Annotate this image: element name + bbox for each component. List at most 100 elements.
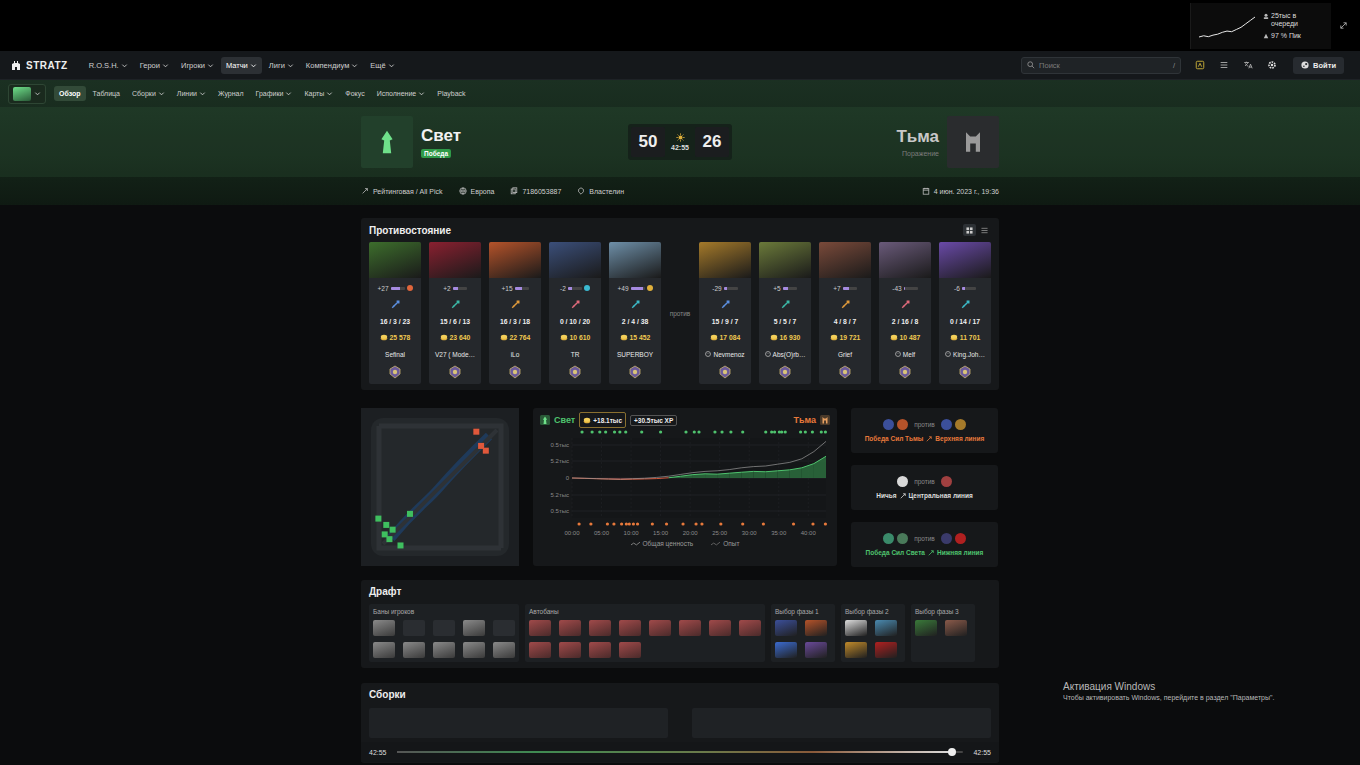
player-name[interactable]: Sefinal (385, 347, 405, 361)
lane-card[interactable]: против Победа Сил Света Нижняя линия (851, 522, 998, 567)
sub-nav-item[interactable]: Обзор (54, 86, 86, 101)
list-icon[interactable] (1219, 60, 1229, 70)
dire-kill-dot[interactable] (824, 522, 827, 525)
dire-kill-dot[interactable] (811, 522, 814, 525)
radiant-kill-dot[interactable] (684, 430, 687, 433)
dire-kill-dot[interactable] (632, 522, 635, 525)
player-name[interactable]: Grief (838, 347, 852, 361)
radiant-kill-dot[interactable] (804, 430, 807, 433)
player-card[interactable]: -43 2 / 16 / 8 10 487 Melf (879, 242, 931, 384)
radiant-kill-dot[interactable] (773, 430, 776, 433)
build-card[interactable] (692, 708, 991, 738)
lane-card[interactable]: против Ничья Центральная линия (851, 465, 998, 510)
grid-view-button[interactable] (963, 224, 976, 236)
legend-item[interactable]: Общая ценность (631, 540, 694, 547)
nav-item[interactable]: Матчи (221, 57, 262, 74)
radiant-kill-dot[interactable] (799, 430, 802, 433)
autoban-slot[interactable] (529, 620, 551, 636)
radiant-kill-dot[interactable] (580, 430, 583, 433)
player-card[interactable]: -6 0 / 14 / 17 11 701 King.Joh… (939, 242, 991, 384)
logo[interactable]: STRATZ (10, 59, 68, 71)
ban-slot[interactable] (463, 620, 485, 636)
map-marker[interactable] (473, 429, 479, 435)
dire-kill-dot[interactable] (762, 522, 765, 525)
radiant-kill-dot[interactable] (720, 430, 723, 433)
sub-nav-item[interactable]: Сборки (127, 86, 170, 101)
sub-nav-item[interactable]: Журнал (213, 86, 249, 101)
build-card[interactable] (369, 708, 668, 738)
autoban-slot[interactable] (679, 620, 701, 636)
pick-slot[interactable] (875, 642, 897, 658)
sub-nav-item[interactable]: Исполнение (372, 86, 431, 101)
login-button[interactable]: Войти (1293, 57, 1344, 74)
search-field[interactable]: Поиск / (1021, 57, 1181, 74)
autoban-slot[interactable] (589, 642, 611, 658)
legend-item[interactable]: Опыт (711, 540, 739, 547)
player-name[interactable]: TR (571, 347, 580, 361)
radiant-kill-dot[interactable] (618, 430, 621, 433)
pick-slot[interactable] (775, 620, 797, 636)
list-view-button[interactable] (978, 224, 991, 236)
autoban-slot[interactable] (619, 642, 641, 658)
nav-item[interactable]: Ещё (365, 57, 399, 74)
ban-slot[interactable] (373, 642, 395, 658)
autoban-slot[interactable] (709, 620, 731, 636)
dire-kill-dot[interactable] (636, 522, 639, 525)
map-marker[interactable] (386, 536, 392, 542)
dire-kill-dot[interactable] (741, 522, 744, 525)
dire-kill-dot[interactable] (606, 522, 609, 525)
player-card[interactable]: +2 15 / 6 / 13 23 640 V27 ( Mode… (429, 242, 481, 384)
ban-slot[interactable] (403, 642, 425, 658)
autoban-slot[interactable] (589, 620, 611, 636)
sub-nav-item[interactable]: Playback (432, 86, 470, 101)
map-marker[interactable] (483, 448, 489, 454)
playback-slider[interactable] (397, 751, 964, 753)
map-marker[interactable] (407, 511, 413, 517)
dire-kill-dot[interactable] (694, 522, 697, 525)
ban-slot[interactable] (493, 620, 515, 636)
sub-nav-item[interactable]: Фокус (340, 86, 369, 101)
pick-slot[interactable] (945, 620, 967, 636)
map-marker[interactable] (390, 527, 396, 533)
ban-slot[interactable] (433, 642, 455, 658)
player-name[interactable]: V27 ( Mode… (435, 347, 475, 361)
pick-slot[interactable] (875, 620, 897, 636)
radiant-kill-dot[interactable] (770, 430, 773, 433)
radiant-kill-dot[interactable] (811, 430, 814, 433)
dire-kill-dot[interactable] (628, 522, 631, 525)
minimap[interactable] (361, 408, 519, 566)
player-card[interactable]: +15 16 / 3 / 18 22 764 iLo (489, 242, 541, 384)
pick-slot[interactable] (805, 620, 827, 636)
radiant-kill-dot[interactable] (598, 430, 601, 433)
pick-slot[interactable] (845, 620, 867, 636)
pick-slot[interactable] (845, 642, 867, 658)
dire-kill-dot[interactable] (681, 522, 684, 525)
sub-nav-item[interactable]: Линии (172, 86, 211, 101)
ban-slot[interactable] (463, 642, 485, 658)
dire-kill-dot[interactable] (612, 522, 615, 525)
radiant-kill-dot[interactable] (624, 430, 627, 433)
team-select[interactable] (8, 84, 46, 104)
player-card[interactable]: -2 0 / 10 / 20 10 610 TR (549, 242, 601, 384)
player-card[interactable]: +49 2 / 4 / 38 15 452 SUPERBOY (609, 242, 661, 384)
sub-nav-item[interactable]: Графики (251, 86, 298, 101)
radiant-kill-dot[interactable] (640, 430, 643, 433)
ban-slot[interactable] (373, 620, 395, 636)
autoban-slot[interactable] (559, 620, 581, 636)
radiant-kill-dot[interactable] (713, 430, 716, 433)
ban-slot[interactable] (403, 620, 425, 636)
dire-kill-dot[interactable] (792, 522, 795, 525)
pick-slot[interactable] (915, 620, 937, 636)
autoban-slot[interactable] (529, 642, 551, 658)
gear-icon[interactable] (1267, 60, 1277, 70)
radiant-kill-dot[interactable] (780, 430, 783, 433)
slider-knob[interactable] (948, 748, 956, 756)
nav-item[interactable]: Герои (135, 57, 174, 74)
radiant-kill-dot[interactable] (820, 430, 823, 433)
dire-kill-dot[interactable] (625, 522, 628, 525)
radiant-kill-dot[interactable] (659, 430, 662, 433)
dire-kill-dot[interactable] (620, 522, 623, 525)
dire-kill-dot[interactable] (719, 522, 722, 525)
translate-icon[interactable] (1243, 60, 1253, 70)
player-name[interactable]: iLo (511, 347, 520, 361)
